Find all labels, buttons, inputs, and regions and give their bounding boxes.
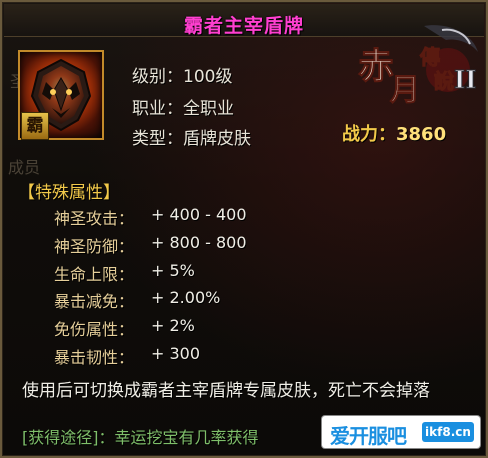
svg-text:赤: 赤 xyxy=(358,45,394,87)
game-logo: 赤 月 傳 說 II xyxy=(354,22,482,109)
site-watermark: 爱开服吧 ikf8.cn xyxy=(322,416,480,448)
item-description: 使用后可切换成霸者主宰盾牌专属皮肤，死亡不会掉落 xyxy=(22,381,430,401)
attribute-row: 暴击减免： + 2.00% xyxy=(54,288,221,311)
svg-text:II: II xyxy=(454,65,476,94)
game-logo-art: 赤 月 傳 說 II xyxy=(358,25,478,109)
background-glyph: 成员 xyxy=(8,158,41,177)
attribute-row: 免伤属性： + 2% xyxy=(54,316,195,339)
svg-text:傳: 傳 xyxy=(419,45,440,69)
attribute-row: 神圣攻击： + 400 - 400 xyxy=(54,205,247,228)
svg-text:說: 說 xyxy=(434,69,454,93)
acquisition-source: [获得途径]：幸运挖宝有几率获得 xyxy=(22,428,259,447)
attribute-row: 神圣防御： + 800 - 800 xyxy=(54,233,247,256)
combat-power: 战力：3860 xyxy=(342,120,446,146)
item-tooltip-panel: 霸者主宰盾牌 圣 成员 霸 级别：100级 职业：全职业 类型：盾牌皮肤 xyxy=(0,0,488,458)
svg-text:月: 月 xyxy=(390,73,420,108)
special-attributes-header: 【特殊属性】 xyxy=(18,183,120,203)
info-level: 级别：100级 xyxy=(132,67,233,87)
watermark-domain: ikf8.cn xyxy=(422,422,474,442)
info-type: 类型：盾牌皮肤 xyxy=(132,129,251,149)
watermark-text: 爱开服吧 xyxy=(330,424,407,448)
attribute-row: 暴击韧性： + 300 xyxy=(54,344,201,367)
item-badge: 霸 xyxy=(21,112,49,140)
power-label: 战力： xyxy=(342,124,396,145)
power-value: 3860 xyxy=(396,124,447,145)
info-class: 职业：全职业 xyxy=(132,99,234,119)
attribute-row: 生命上限： + 5% xyxy=(54,261,195,284)
